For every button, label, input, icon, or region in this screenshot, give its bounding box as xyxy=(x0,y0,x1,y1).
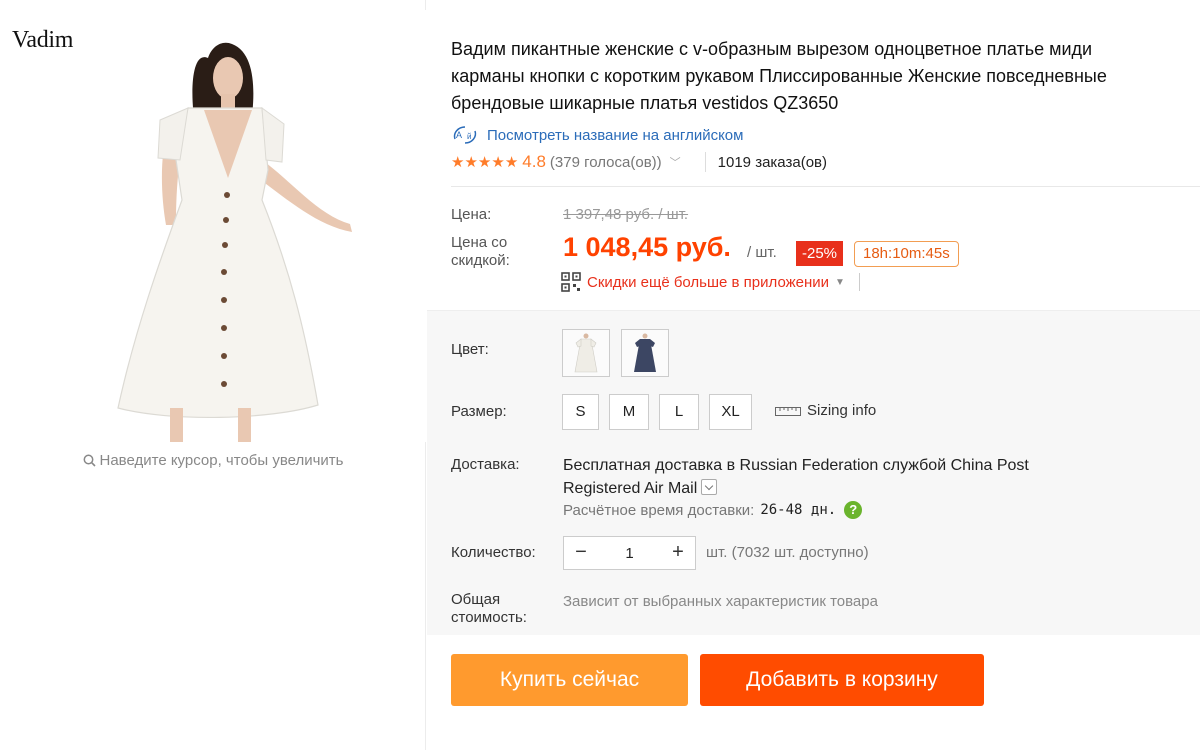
options-panel: Цвет: Размер: S M L XL Sizing info Доста… xyxy=(427,310,1200,635)
discount-badge: -25% xyxy=(796,241,844,266)
svg-text:й: й xyxy=(467,132,471,141)
discount-price-label: Цена со скидкой: xyxy=(451,234,510,269)
total-label: Общая стоимость: xyxy=(451,591,527,626)
star-icon: ★ xyxy=(477,153,492,171)
svg-text:A: A xyxy=(456,130,462,140)
app-promo-text[interactable]: Скидки ещё больше в приложении xyxy=(587,274,829,291)
product-info: Вадим пикантные женские с v-образным выр… xyxy=(427,0,1200,750)
zoom-hint-text: Наведите курсор, чтобы увеличить xyxy=(99,452,344,469)
price-label: Цена: xyxy=(451,206,492,223)
qr-code-icon xyxy=(561,272,581,292)
brand-logo: Vadim xyxy=(12,27,74,53)
product-gallery: Vadim Наведите курсор, чтобы увеличить xyxy=(0,0,426,750)
rating-row: ★ ★ ★ ★ ★ 4.8 (379 голоса(ов)) ﹀ 1019 за… xyxy=(451,152,827,172)
total-note: Зависит от выбранных характеристик товар… xyxy=(563,593,878,610)
translate-link-text[interactable]: Посмотреть название на английском xyxy=(487,127,743,144)
magnifier-icon xyxy=(83,454,96,467)
rating-stars: ★ ★ ★ ★ ★ xyxy=(451,155,518,170)
divider xyxy=(858,273,860,291)
shipping-location[interactable]: Russian Federation xyxy=(740,457,879,474)
navy-dress-thumbnail xyxy=(622,330,668,376)
delivery-time: Расчётное время доставки: 26-48 дн. ? xyxy=(563,501,863,519)
size-option-l[interactable]: L xyxy=(659,394,699,430)
rating-value: 4.8 xyxy=(522,152,546,171)
buy-now-button[interactable]: Купить сейчас xyxy=(451,654,688,706)
add-to-cart-button[interactable]: Добавить в корзину xyxy=(700,654,984,706)
delivery-time-value: 26-48 дн. xyxy=(760,502,837,518)
product-image[interactable] xyxy=(0,10,426,442)
shipping-label: Доставка: xyxy=(451,456,520,473)
size-option-s[interactable]: S xyxy=(562,394,599,430)
quantity-input[interactable]: 1 xyxy=(598,545,661,562)
quantity-stepper: − 1 + xyxy=(563,536,696,570)
star-icon: ★ xyxy=(464,153,478,171)
shipping-prefix: Бесплатная доставка в xyxy=(563,457,740,474)
quantity-label: Количество: xyxy=(451,544,536,561)
star-icon: ★ xyxy=(504,153,519,171)
sale-price: 1 048,45 руб. xyxy=(563,232,731,262)
star-icon: ★ xyxy=(491,153,505,171)
product-title: Вадим пикантные женские с v-образным выр… xyxy=(451,39,1107,113)
size-label: Размер: xyxy=(451,403,507,420)
color-swatch-navy[interactable] xyxy=(621,329,669,377)
votes-link[interactable]: (379 голоса(ов)) xyxy=(550,154,662,171)
price-unit: / шт. xyxy=(747,244,777,261)
ruler-icon xyxy=(775,406,801,416)
countdown-timer: 18h:10m:45s xyxy=(854,241,959,267)
quantity-decrease-button[interactable]: − xyxy=(564,537,598,569)
size-option-xl[interactable]: XL xyxy=(709,394,752,430)
color-label: Цвет: xyxy=(451,341,489,358)
translate-icon: A й xyxy=(453,126,477,144)
star-icon: ★ xyxy=(451,153,465,171)
shipping-info: Бесплатная доставка в Russian Federation… xyxy=(563,454,1083,500)
divider xyxy=(704,152,706,172)
quantity-increase-button[interactable]: + xyxy=(661,537,695,569)
delivery-time-label: Расчётное время доставки: xyxy=(563,501,755,519)
white-dress-thumbnail xyxy=(563,330,609,376)
shipping-mid: службой xyxy=(878,457,951,474)
translate-title-link[interactable]: A й Посмотреть название на английском xyxy=(451,125,743,145)
quantity-available: шт. (7032 шт. доступно) xyxy=(706,544,869,561)
app-promo-link[interactable]: Скидки ещё больше в приложении ▼ xyxy=(561,272,860,292)
orders-count: 1019 заказа(ов) xyxy=(717,153,827,171)
caret-down-icon[interactable]: ▼ xyxy=(835,277,845,288)
sizing-info-text[interactable]: Sizing info xyxy=(807,402,876,419)
question-icon[interactable]: ? xyxy=(844,501,863,519)
zoom-hint: Наведите курсор, чтобы увеличить xyxy=(0,452,426,469)
chevron-down-icon[interactable]: ﹀ xyxy=(670,154,681,170)
dropdown-icon[interactable] xyxy=(701,479,718,495)
divider xyxy=(451,186,1200,187)
sizing-info-link[interactable]: Sizing info xyxy=(775,402,876,419)
size-option-m[interactable]: M xyxy=(609,394,649,430)
old-price: 1 397,48 руб. / шт. xyxy=(563,206,689,223)
color-swatch-white[interactable] xyxy=(562,329,610,377)
